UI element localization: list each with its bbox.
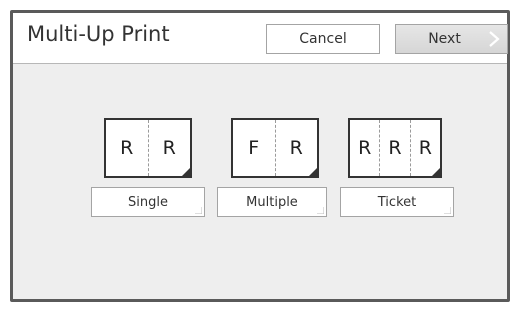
option-single[interactable]: R R Single <box>91 118 205 228</box>
option-multiple[interactable]: F R Multiple <box>217 118 332 228</box>
page-title: Multi-Up Print <box>27 22 170 46</box>
cancel-button[interactable]: Cancel <box>266 24 380 54</box>
dialog-header: Multi-Up Print Cancel Next <box>13 13 508 64</box>
page-dogear-icon <box>180 166 192 178</box>
multiple-button[interactable]: Multiple <box>217 187 327 217</box>
corner-mark-icon <box>317 207 324 214</box>
corner-mark-icon <box>444 207 451 214</box>
layout-cell: R <box>120 137 134 159</box>
single-button[interactable]: Single <box>91 187 205 217</box>
multiple-button-label: Multiple <box>246 194 298 210</box>
single-button-label: Single <box>128 194 168 210</box>
next-button-label: Next <box>428 31 461 47</box>
layout-cell: R <box>379 120 409 176</box>
page-dogear-icon <box>430 166 442 178</box>
ticket-button-label: Ticket <box>377 194 417 210</box>
next-button[interactable]: Next <box>395 24 508 54</box>
single-layout-thumbnail: R R <box>104 118 192 178</box>
ticket-layout-thumbnail: R R R <box>348 118 442 178</box>
multi-up-print-dialog: Multi-Up Print Cancel Next R R Single F … <box>10 10 510 302</box>
cancel-button-label: Cancel <box>299 31 347 47</box>
multiple-layout-thumbnail: F R <box>231 118 319 178</box>
ticket-button[interactable]: Ticket <box>340 187 454 217</box>
layout-cell: R <box>358 137 372 159</box>
corner-mark-icon <box>195 207 202 214</box>
layout-cell: F <box>248 137 260 159</box>
chevron-right-icon <box>489 31 500 47</box>
option-ticket[interactable]: R R R Ticket <box>338 118 454 228</box>
page-dogear-icon <box>307 166 319 178</box>
